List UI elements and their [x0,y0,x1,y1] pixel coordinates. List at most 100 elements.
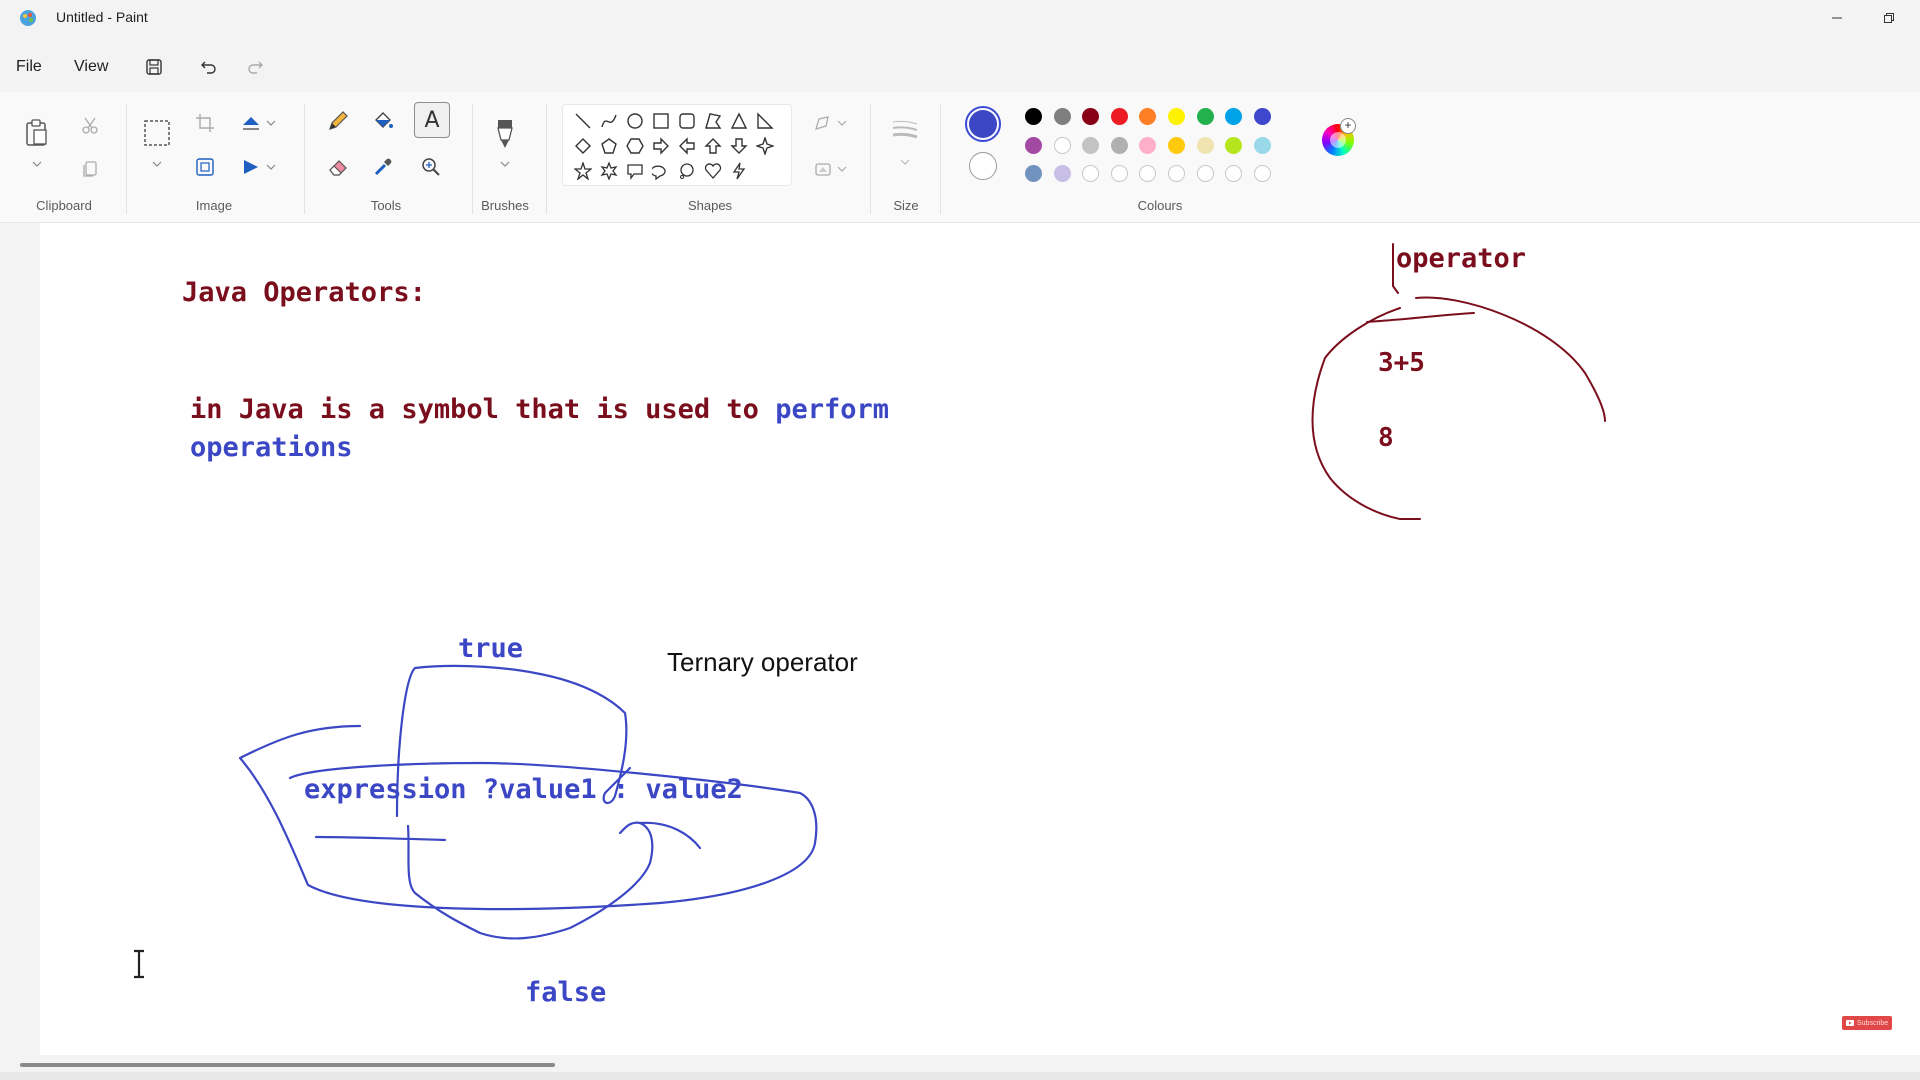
text-tool[interactable]: A [414,102,450,138]
shape-right-arrow[interactable] [649,134,673,158]
size-button[interactable] [888,114,922,144]
shape-heart[interactable] [701,159,725,183]
restore-button[interactable] [1866,4,1912,32]
color-swatch[interactable] [1053,165,1071,182]
shape-lightning[interactable] [727,159,751,183]
shape-polygon[interactable] [701,109,725,133]
color-swatch[interactable] [1139,108,1157,125]
color-swatch[interactable] [1139,136,1157,154]
color-swatch[interactable] [1082,165,1100,182]
menu-bar: File View [0,44,1920,88]
group-label-tools: Tools [370,198,402,213]
outline-dropdown[interactable] [834,106,850,140]
paste-button[interactable] [20,116,54,150]
shape-left-arrow[interactable] [675,134,699,158]
color-swatch[interactable] [1025,136,1042,154]
color-swatch[interactable] [1253,136,1271,154]
resize-button[interactable] [188,150,222,184]
shape-pentagon[interactable] [597,134,621,158]
color-swatch[interactable] [1196,108,1214,125]
shape-four-point-star[interactable] [753,134,777,158]
flip-dropdown[interactable] [262,150,280,184]
menu-view[interactable]: View [70,56,112,78]
color-swatch[interactable] [1110,108,1128,125]
fill-style-dropdown[interactable] [834,152,850,186]
save-button[interactable] [138,52,170,82]
shape-triangle[interactable] [727,109,751,133]
color-swatch[interactable] [1082,136,1100,154]
color-swatch[interactable] [1053,108,1071,125]
shape-five-point-star[interactable] [571,159,595,183]
select-button[interactable] [140,116,174,150]
chevron-down-icon [32,161,42,167]
menu-file[interactable]: File [12,56,46,78]
color-swatch[interactable] [1053,136,1071,154]
color-swatch[interactable] [1139,165,1157,182]
shape-right-triangle[interactable] [753,109,777,133]
shape-oval[interactable] [623,109,647,133]
color-swatch[interactable] [1110,165,1128,182]
color-swatch[interactable] [1253,108,1271,125]
rotate-dropdown[interactable] [262,106,280,140]
shape-rounded-rectangle[interactable] [675,109,699,133]
select-dropdown[interactable] [140,154,174,174]
brushes-dropdown[interactable] [488,154,522,174]
color-swatch[interactable] [1082,108,1100,125]
six-point-star-shape-icon [600,162,618,180]
horizontal-scrollbar[interactable] [0,1058,1920,1072]
color-swatch[interactable] [1168,108,1185,125]
secondary-color-button[interactable] [969,152,997,180]
heart-shape-icon [704,163,722,179]
ternary-expression: expression ?value1 : value2 [304,774,743,805]
drawing-canvas[interactable]: Java Operators: in Java is a symbol that… [40,223,1920,1055]
resize-icon [196,158,214,176]
paste-dropdown[interactable] [20,154,54,174]
shape-down-arrow[interactable] [727,134,751,158]
shape-oval-callout[interactable] [649,159,673,183]
copy-button[interactable] [73,152,107,186]
undo-button[interactable] [193,52,225,82]
shape-hexagon[interactable] [623,134,647,158]
line-width-icon [892,120,918,139]
shape-cloud-callout[interactable] [675,159,699,183]
cloud-callout-icon [680,163,694,179]
horizontal-scrollbar-thumb[interactable] [20,1063,555,1067]
color-swatch[interactable] [1196,136,1214,154]
color-swatch[interactable] [1225,136,1243,154]
oval-shape-icon [627,113,643,129]
redo-button[interactable] [239,52,271,82]
subscribe-badge[interactable]: Subscribe [1842,1016,1892,1030]
color-swatch[interactable] [1253,165,1271,182]
four-point-star-shape-icon [756,137,774,155]
color-swatch[interactable] [1025,165,1042,182]
color-swatch[interactable] [1168,165,1185,182]
pencil-tool[interactable] [321,104,355,138]
eraser-tool[interactable] [321,150,355,184]
shape-six-point-star[interactable] [597,159,621,183]
shape-rectangle[interactable] [649,109,673,133]
crop-button[interactable] [188,106,222,140]
cut-button[interactable] [73,108,107,142]
primary-color-button[interactable] [965,106,1001,142]
size-dropdown[interactable] [888,152,922,172]
fill-tool[interactable] [366,104,400,138]
minimize-button[interactable] [1814,4,1860,32]
color-swatch[interactable] [1110,136,1128,154]
magnifier-tool[interactable] [414,150,448,184]
shape-curve[interactable] [597,109,621,133]
color-swatch[interactable] [1025,108,1042,125]
color-swatch[interactable] [1225,165,1243,182]
color-swatch[interactable] [1168,136,1185,154]
color-swatch[interactable] [1225,108,1243,125]
shape-rect-callout[interactable] [623,159,647,183]
shape-diamond[interactable] [571,134,595,158]
sum-expression: 3+5 [1378,348,1425,378]
group-label-image: Image [195,198,233,213]
brushes-button[interactable] [488,114,522,154]
color-picker-tool[interactable] [366,150,400,184]
color-swatch[interactable] [1196,165,1214,182]
ribbon-separator [472,104,473,214]
shape-line[interactable] [571,109,595,133]
value2-hook [638,821,702,850]
shape-up-arrow[interactable] [701,134,725,158]
